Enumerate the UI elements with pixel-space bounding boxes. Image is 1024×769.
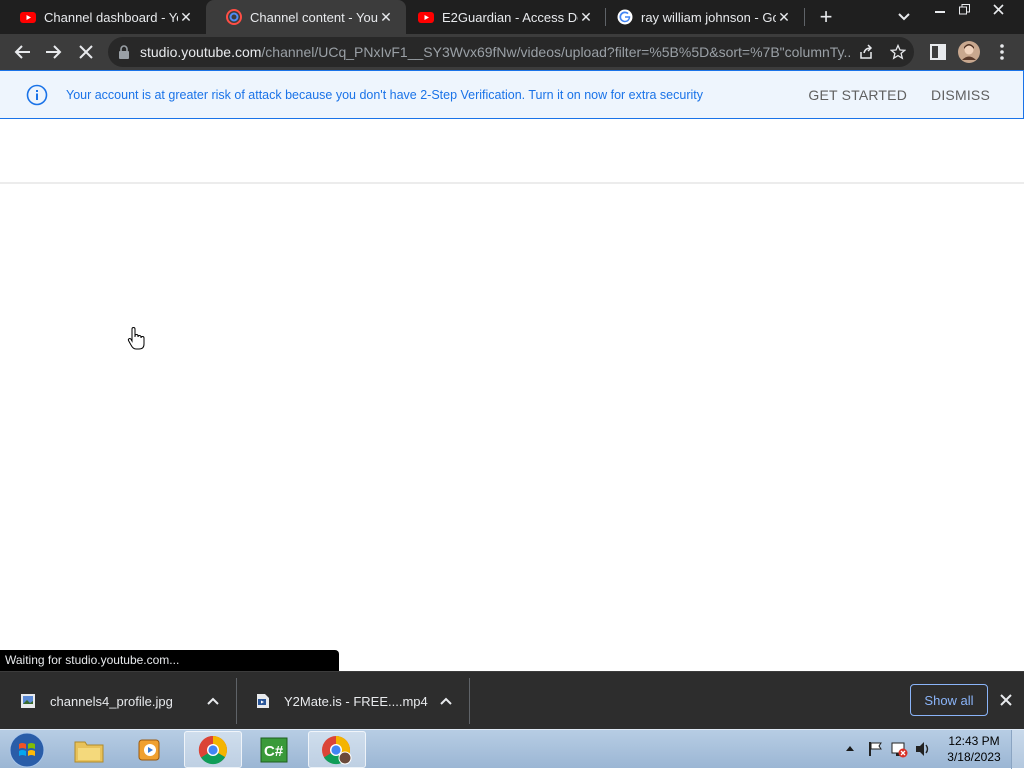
download-divider [469,678,470,724]
more-menu-icon[interactable] [990,40,1014,64]
stop-loading-icon[interactable] [74,40,98,64]
csharp-icon: C# [260,737,288,762]
show-desktop-button[interactable] [1011,730,1024,769]
volume-icon[interactable] [914,740,932,758]
windows-start-orb-icon [9,732,45,767]
browser-tab-strip: Channel dashboard - YouTube ✕ Channel co… [0,0,1024,34]
tab-google-search[interactable]: ray william johnson - Google Search ✕ [606,0,804,34]
media-player-icon [138,739,160,760]
tab-channel-dashboard[interactable]: Channel dashboard - YouTube ✕ [0,0,206,34]
clock-time: 12:43 PM [948,734,1000,748]
status-bubble: Waiting for studio.youtube.com... [0,650,339,671]
side-panel-icon[interactable] [926,40,950,64]
two-step-verification-banner: Your account is at greater risk of attac… [0,70,1024,119]
close-icon[interactable]: ✕ [776,9,792,25]
download-shelf: channels4_profile.jpg Y2Mate.is - FREE..… [0,671,1024,729]
start-button[interactable] [0,731,54,768]
tab-search-icon[interactable] [892,5,916,29]
taskbar-file-explorer[interactable] [60,731,118,768]
bookmark-star-icon[interactable] [886,40,910,64]
show-all-downloads-button[interactable]: Show all [910,684,988,716]
chevron-up-icon[interactable] [207,697,219,705]
close-window-icon[interactable] [984,0,1012,18]
get-started-button[interactable]: GET STARTED [808,87,907,103]
download-item[interactable]: Y2Mate.is - FREE....mp4 [236,672,469,730]
studio-header-area [0,119,1024,184]
clock-date: 3/18/2023 [947,750,1001,764]
action-center-flag-icon[interactable] [866,740,884,758]
close-icon[interactable]: ✕ [178,9,194,25]
tab-e2guardian[interactable]: E2Guardian - Access Denied ✕ [406,0,606,34]
windows-taskbar: C# 12:43 PM 3/18/2023 [0,729,1024,769]
google-icon [617,9,633,25]
new-tab-icon[interactable]: + [814,4,838,29]
youtube-icon [20,12,36,23]
tab-title: ray william johnson - Google Search [641,9,776,25]
address-bar[interactable]: studio.youtube.com/channel/UCq_PNxIvF1__… [108,37,914,67]
info-icon [26,84,48,105]
tab-title: Channel content - YouTube Studio [250,9,378,25]
video-file-icon [257,694,269,708]
chevron-up-icon[interactable] [440,697,452,705]
close-icon[interactable] [996,690,1016,710]
chrome-profile-icon [322,735,352,764]
url-text[interactable]: studio.youtube.com/channel/UCq_PNxIvF1__… [140,44,850,60]
chrome-icon [198,735,227,764]
youtube-studio-icon [226,9,242,25]
hand-cursor-icon [127,327,145,350]
download-item[interactable]: channels4_profile.jpg [0,672,236,730]
forward-icon[interactable] [42,40,66,64]
folder-icon [74,741,104,762]
url-path: /channel/UCq_PNxIvF1__SY3Wvx69fNw/videos… [261,44,850,60]
tab-divider [804,8,805,26]
taskbar-chrome[interactable] [184,731,242,768]
tab-title: Channel dashboard - YouTube [44,9,178,25]
banner-message: Your account is at greater risk of attac… [66,87,703,102]
download-filename: Y2Mate.is - FREE....mp4 [284,693,428,709]
close-icon[interactable]: ✕ [378,9,394,25]
taskbar-csharp-editor[interactable]: C# [246,731,304,768]
dismiss-button[interactable]: DISMISS [931,87,990,103]
profile-avatar[interactable] [957,40,981,64]
youtube-icon [418,12,434,23]
url-host: studio.youtube.com [140,44,262,60]
image-file-icon [21,694,35,708]
lock-icon [119,45,129,59]
back-icon[interactable] [10,40,34,64]
svg-text:C#: C# [264,743,284,760]
close-icon[interactable]: ✕ [578,9,594,25]
share-icon[interactable] [854,40,878,64]
download-filename: channels4_profile.jpg [50,693,173,709]
tab-channel-content[interactable]: Channel content - YouTube Studio ✕ [206,0,406,34]
tray-expand-icon[interactable] [845,745,855,752]
network-error-icon[interactable] [890,740,908,758]
restore-icon[interactable] [950,0,978,18]
browser-toolbar: studio.youtube.com/channel/UCq_PNxIvF1__… [0,34,1024,70]
tab-title: E2Guardian - Access Denied [442,9,578,25]
system-clock[interactable]: 12:43 PM 3/18/2023 [940,733,1008,765]
taskbar-media-player[interactable] [121,731,179,768]
taskbar-chrome-profile[interactable] [308,731,366,768]
